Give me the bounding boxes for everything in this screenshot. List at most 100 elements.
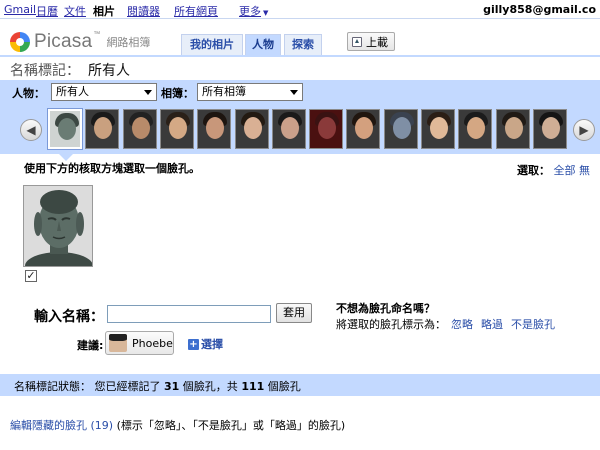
tagging-status: 名稱標記狀態： 您已經標記了 31 個臉孔，共 111 個臉孔 [14,378,301,394]
status-bar: 名稱標記狀態： 您已經標記了 31 個臉孔，共 111 個臉孔 [0,374,600,396]
suggestion-chip[interactable]: Phoebe [105,331,174,355]
gbar-calendar[interactable]: 日曆 [36,3,58,19]
people-select-value: 所有人 [56,85,89,98]
dropdown-arrow-icon [144,90,152,95]
tagged-count: 31 [164,380,180,393]
select-none-link[interactable]: 無 [579,164,590,177]
album-filter-label: 相簿： [161,87,194,100]
mark-as-label: 將選取的臉孔標示為： [336,318,446,331]
face-thumbnail[interactable] [458,109,493,149]
logo-wordmark: Picasa [34,31,93,52]
apply-button[interactable]: 套用 [276,303,312,323]
face-thumbnail-face [504,117,523,139]
tab-my-photos[interactable]: 我的相片 [181,34,243,55]
face-thumbnail-face [355,117,374,139]
select-all-link[interactable]: 全部 [554,164,576,177]
face-strip: ◀ ▶ [0,104,600,154]
ignore-link[interactable]: 忽略 [451,316,473,332]
hidden-faces-note: (標示「忽略」、「不是臉孔」或「略過」的臉孔) [113,419,346,432]
suggestion-label: 建議: [77,339,104,352]
face-thumbnail-face [131,117,150,139]
face-thumbnail-face [467,117,486,139]
face-image[interactable] [23,185,93,267]
plus-icon: + [188,338,199,350]
people-select[interactable]: 所有人 [51,83,157,101]
tab-explore[interactable]: 探索 [284,34,322,55]
face-thumbnail-face [243,117,262,139]
edit-hidden-faces-link[interactable]: 編輯隱藏的臉孔 (19) [10,419,113,432]
user-email[interactable]: gilly858@gmail.co [483,3,596,16]
face-thumbnail[interactable] [122,109,157,149]
upload-label: 上載 [366,35,388,49]
people-filter-label: 人物： [12,87,45,100]
status-prefix: 名稱標記狀態： 您已經標記了 [14,380,164,393]
name-label: 輸入名稱： [34,309,104,325]
gbar-more-label: 更多 [239,5,261,18]
logo-subtitle: 網路相簿 [106,36,151,49]
face-checkbox[interactable]: ✓ [25,270,37,282]
google-bar: Gmail 日曆 文件 相片 閱讀器 所有網頁 更多 ▼ gilly858@gma… [0,0,600,19]
choose-label: 選擇 [201,338,223,351]
face-thumbnail-face [168,117,187,139]
face-thumbnail[interactable] [383,109,418,149]
status-suffix: 個臉孔 [264,380,301,393]
status-middle: 個臉孔，共 [179,380,242,393]
logo-trademark: ™ [93,31,101,38]
face-thumbnail-face [430,117,448,139]
face-thumbnail[interactable] [271,109,306,149]
face-thumbnail[interactable] [47,108,83,150]
selection-label: 選取： [517,164,550,177]
face-thumbnail-face [206,117,225,139]
hidden-faces-line: 編輯隱藏的臉孔 (19) (標示「忽略」、「不是臉孔」或「略過」的臉孔) [10,417,345,433]
album-select-value: 所有相簿 [202,85,246,98]
face-thumbnail[interactable] [532,109,567,149]
face-thumbnail-face [94,117,113,139]
face-thumbnail[interactable] [421,109,455,149]
face-thumbnail-face [392,117,411,139]
tab-people[interactable]: 人物 [245,34,281,55]
upload-icon [352,36,362,47]
face-thumbnail[interactable] [346,109,381,149]
prev-arrow-icon[interactable]: ◀ [20,119,42,141]
gbar-photos[interactable]: 相片 [93,3,115,19]
suggestion-name: Phoebe [132,336,173,350]
face-thumbnail[interactable] [309,109,344,149]
not-a-face-link[interactable]: 不是臉孔 [511,316,555,332]
face-thumbnail-face [541,117,560,139]
face-thumbnail[interactable] [85,109,120,149]
page-title-label: 名稱標記： [10,63,80,79]
logo-text: Picasa™ [34,31,100,53]
face-thumbnail[interactable] [234,109,269,149]
buddha-face-image [24,186,92,266]
picasa-logo-icon [10,32,30,52]
total-count: 111 [241,380,265,393]
gbar-gmail[interactable]: Gmail [4,3,36,16]
face-thumbnail-face [58,118,76,140]
skip-link[interactable]: 略過 [481,316,503,332]
gbar-web[interactable]: 所有網頁 [174,3,218,19]
upload-button[interactable]: 上載 [347,32,395,51]
gbar-reader[interactable]: 閱讀器 [127,3,160,19]
no-name-question: 不想為臉孔命名嗎？ [336,302,435,315]
page-title-value: 所有人 [88,63,130,79]
avatar [109,334,127,352]
dropdown-arrow-icon [290,90,298,95]
filter-bar: 人物： 所有人 相簿： 所有相簿 [0,80,600,104]
header-divider [0,55,600,57]
selection-controls: 選取： 全部 無 [517,162,590,178]
face-thumbnail[interactable] [495,109,530,149]
gbar-docs[interactable]: 文件 [64,3,86,19]
chevron-down-icon: ▼ [263,9,269,17]
name-input[interactable] [107,305,271,323]
page-title: 名稱標記： 所有人 [10,60,130,80]
picasa-logo[interactable]: Picasa™ 網路相簿 [10,31,150,53]
face-thumbnail[interactable] [197,109,232,149]
gbar-more[interactable]: 更多 ▼ [239,3,268,19]
instruction-text: 使用下方的核取方塊選取一個臉孔。 [24,162,200,175]
choose-link[interactable]: + 選擇 [188,336,223,352]
face-thumbnail[interactable] [159,109,194,149]
album-select[interactable]: 所有相簿 [197,83,303,101]
next-arrow-icon[interactable]: ▶ [573,119,595,141]
face-thumbnail-face [280,117,299,139]
face-thumbnail-face [318,117,337,139]
